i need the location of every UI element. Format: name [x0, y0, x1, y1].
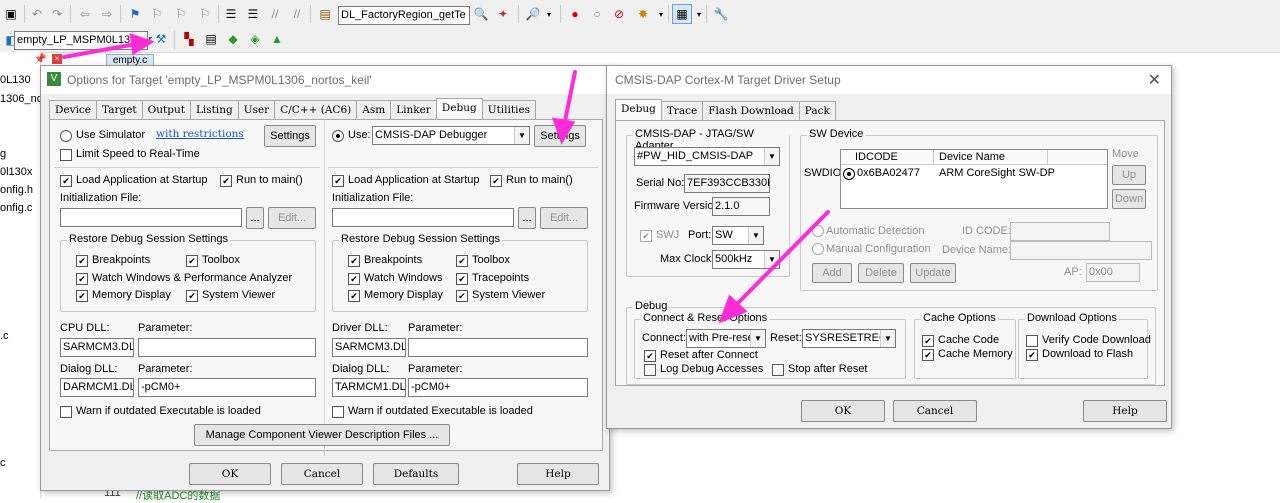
- arrow-to-connect-options: [734, 210, 830, 307]
- annotation-arrows: [62, 33, 830, 324]
- arrow-to-settings-button: [562, 70, 577, 128]
- arrow-head: [551, 117, 576, 145]
- arrow-to-options-icon: [62, 42, 138, 59]
- arrow-head: [129, 33, 155, 56]
